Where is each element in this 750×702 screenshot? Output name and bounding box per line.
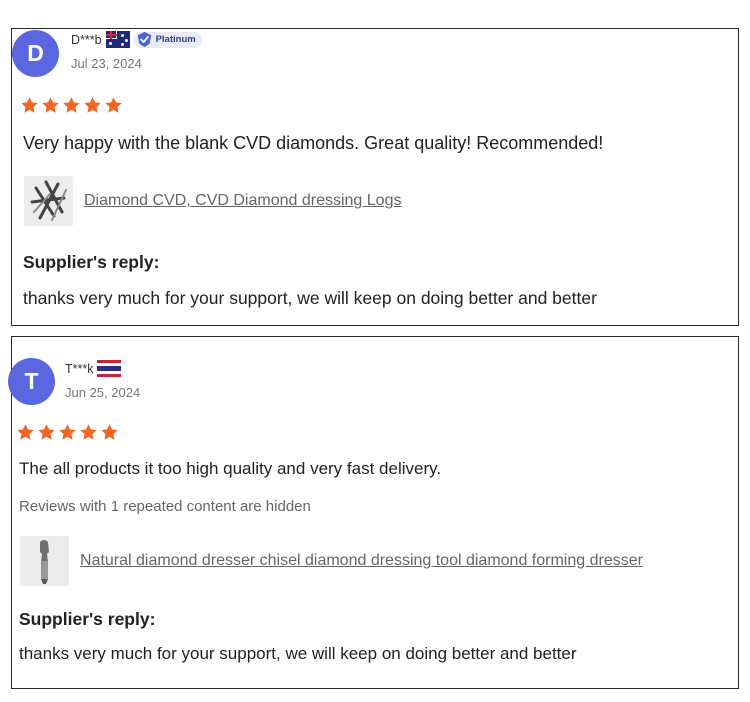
verified-check-icon (137, 31, 151, 48)
star-icon (101, 424, 118, 440)
product-link[interactable]: Diamond CVD, CVD Diamond dressing Logs (84, 192, 401, 210)
supplier-reply-text: thanks very much for your support, we wi… (23, 288, 597, 308)
reviewer-info: D***b Platinum (71, 31, 202, 48)
star-icon (21, 97, 38, 113)
star-rating (16, 423, 119, 442)
star-icon (80, 424, 97, 440)
review-card: T T***k Jun 25, 2024 The all products it… (8, 336, 739, 689)
australia-flag-icon (105, 31, 130, 48)
supplier-reply-title: Supplier's reply: (23, 252, 160, 272)
diamond-logs-image-icon (24, 176, 73, 226)
diamond-dresser-image-icon (20, 536, 69, 586)
product-thumbnail[interactable] (20, 536, 69, 586)
product-link-row[interactable]: Diamond CVD, CVD Diamond dressing Logs (24, 176, 401, 226)
review-date: Jun 25, 2024 (65, 385, 141, 400)
badge-label: Platinum (155, 34, 196, 45)
star-icon (42, 97, 59, 113)
product-link[interactable]: Natural diamond dresser chisel diamond d… (80, 552, 643, 570)
star-icon (17, 424, 34, 440)
review-date: Jul 23, 2024 (71, 56, 142, 71)
star-icon (84, 97, 101, 113)
reviewer-name: D***b (71, 32, 102, 47)
reviewer-name: T***k (65, 361, 94, 376)
hidden-reviews-note[interactable]: Reviews with 1 repeated content are hidd… (19, 498, 311, 515)
star-icon (63, 97, 80, 113)
review-card: D D***b Platinum Jul 23, 2024 Very happy… (11, 28, 739, 326)
platinum-badge: Platinum (133, 31, 202, 48)
star-icon (105, 97, 122, 113)
review-text: The all products it too high quality and… (19, 459, 442, 478)
product-link-row[interactable]: Natural diamond dresser chisel diamond d… (20, 536, 643, 586)
avatar: T (8, 358, 55, 405)
review-text: Very happy with the blank CVD diamonds. … (23, 133, 604, 153)
avatar: D (12, 30, 59, 77)
star-icon (38, 424, 55, 440)
star-icon (59, 424, 76, 440)
star-rating (20, 96, 123, 115)
supplier-reply-title: Supplier's reply: (19, 609, 156, 629)
supplier-reply-text: thanks very much for your support, we wi… (19, 644, 577, 663)
thailand-flag-icon (97, 360, 122, 377)
product-thumbnail[interactable] (24, 176, 73, 226)
reviewer-info: T***k (65, 360, 122, 377)
